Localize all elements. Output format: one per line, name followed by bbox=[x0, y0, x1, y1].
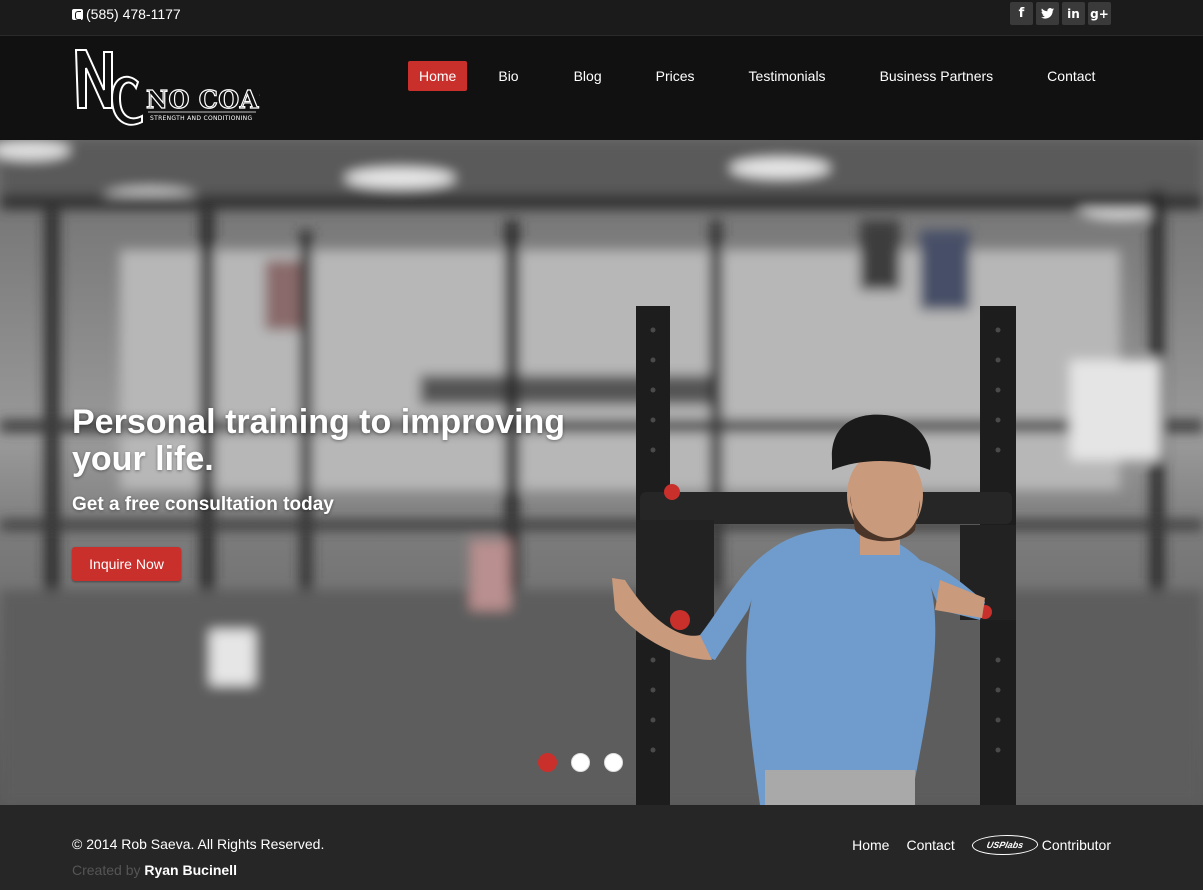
phone-contact[interactable]: (585) 478-1177 bbox=[72, 6, 181, 22]
nav-business-partners[interactable]: Business Partners bbox=[869, 61, 1005, 91]
usplabs-logo: USPlabs bbox=[969, 835, 1040, 855]
credit-line: Created by Ryan Bucinell bbox=[72, 862, 237, 878]
nav-home[interactable]: Home bbox=[408, 61, 468, 91]
nav-contact[interactable]: Contact bbox=[1036, 61, 1106, 91]
twitter-icon[interactable] bbox=[1036, 2, 1059, 25]
slide-dot-1[interactable] bbox=[538, 753, 557, 772]
slider-pagination bbox=[538, 753, 623, 772]
site-logo[interactable]: NO COAST STRENGTH AND CONDITIONING bbox=[72, 48, 295, 140]
inquire-now-button[interactable]: Inquire Now bbox=[72, 547, 181, 581]
top-bar: (585) 478-1177 f in g+ bbox=[0, 0, 1203, 36]
contributor-label: Contributor bbox=[1041, 837, 1111, 853]
slide-dot-2[interactable] bbox=[571, 753, 590, 772]
main-nav: Home Bio Blog Prices Testimonials Busine… bbox=[408, 61, 1106, 91]
usplabs-contributor-link[interactable]: USPlabs Contributor bbox=[969, 835, 1111, 855]
logo-tagline: STRENGTH AND CONDITIONING bbox=[150, 115, 252, 122]
facebook-icon[interactable]: f bbox=[1010, 2, 1033, 25]
nav-blog[interactable]: Blog bbox=[563, 61, 613, 91]
google-plus-icon[interactable]: g+ bbox=[1088, 2, 1111, 25]
nav-bio[interactable]: Bio bbox=[487, 61, 529, 91]
phone-icon bbox=[72, 8, 83, 20]
site-footer: © 2014 Rob Saeva. All Rights Reserved. C… bbox=[0, 805, 1203, 890]
phone-number: (585) 478-1177 bbox=[86, 6, 181, 22]
footer-link-home[interactable]: Home bbox=[852, 837, 889, 853]
copyright-text: © 2014 Rob Saeva. All Rights Reserved. bbox=[72, 836, 325, 852]
nav-testimonials[interactable]: Testimonials bbox=[738, 61, 837, 91]
footer-link-contact[interactable]: Contact bbox=[906, 837, 954, 853]
site-header: NO COAST STRENGTH AND CONDITIONING Home … bbox=[0, 36, 1203, 140]
footer-links: Home Contact USPlabs Contributor bbox=[852, 835, 1111, 855]
credit-prefix: Created by bbox=[72, 862, 141, 878]
social-links: f in g+ bbox=[1010, 2, 1111, 25]
slide-dot-3[interactable] bbox=[604, 753, 623, 772]
linkedin-icon[interactable]: in bbox=[1062, 2, 1085, 25]
hero-slider: Personal training to improving your life… bbox=[0, 140, 1203, 805]
logo-wordmark: NO COAST bbox=[146, 85, 260, 114]
hero-title: Personal training to improving your life… bbox=[72, 403, 566, 478]
nav-prices[interactable]: Prices bbox=[645, 61, 706, 91]
hero-subtitle: Get a free consultation today bbox=[72, 494, 334, 515]
credit-author-link[interactable]: Ryan Bucinell bbox=[144, 862, 237, 878]
